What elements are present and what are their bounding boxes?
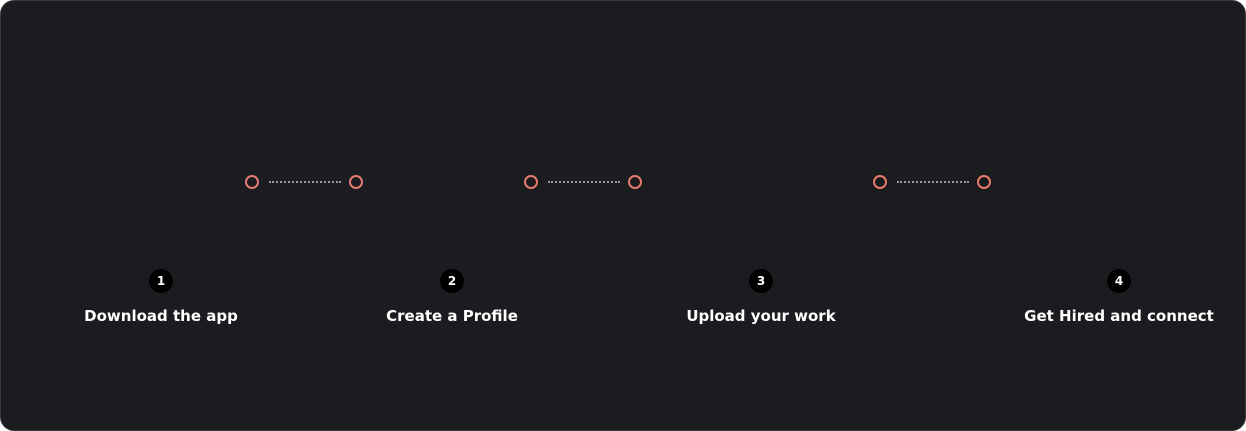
dotted-line <box>548 181 620 183</box>
step-label: Upload your work <box>686 307 836 325</box>
step-number-badge: 2 <box>440 269 464 293</box>
step-1: 1 Download the app <box>31 269 291 325</box>
step-label: Get Hired and connect <box>1024 307 1214 325</box>
connector-end-circle-icon <box>977 175 991 189</box>
step-4: 4 Get Hired and connect <box>989 269 1246 325</box>
connector-end-circle-icon <box>628 175 642 189</box>
step-3: 3 Upload your work <box>631 269 891 325</box>
connector-start-circle-icon <box>245 175 259 189</box>
connector-end-circle-icon <box>349 175 363 189</box>
step-label: Create a Profile <box>386 307 518 325</box>
step-connector-1-2 <box>245 175 365 189</box>
connector-start-circle-icon <box>873 175 887 189</box>
step-connector-2-3 <box>524 175 644 189</box>
step-number-badge: 1 <box>149 269 173 293</box>
how-it-works-card: 1 Download the app 2 Create a Profile 3 … <box>0 0 1246 431</box>
connector-start-circle-icon <box>524 175 538 189</box>
step-label: Download the app <box>84 307 238 325</box>
step-number-badge: 4 <box>1107 269 1131 293</box>
step-connector-3-4 <box>873 175 993 189</box>
step-2: 2 Create a Profile <box>322 269 582 325</box>
dotted-line <box>269 181 341 183</box>
dotted-line <box>897 181 969 183</box>
step-number-badge: 3 <box>749 269 773 293</box>
